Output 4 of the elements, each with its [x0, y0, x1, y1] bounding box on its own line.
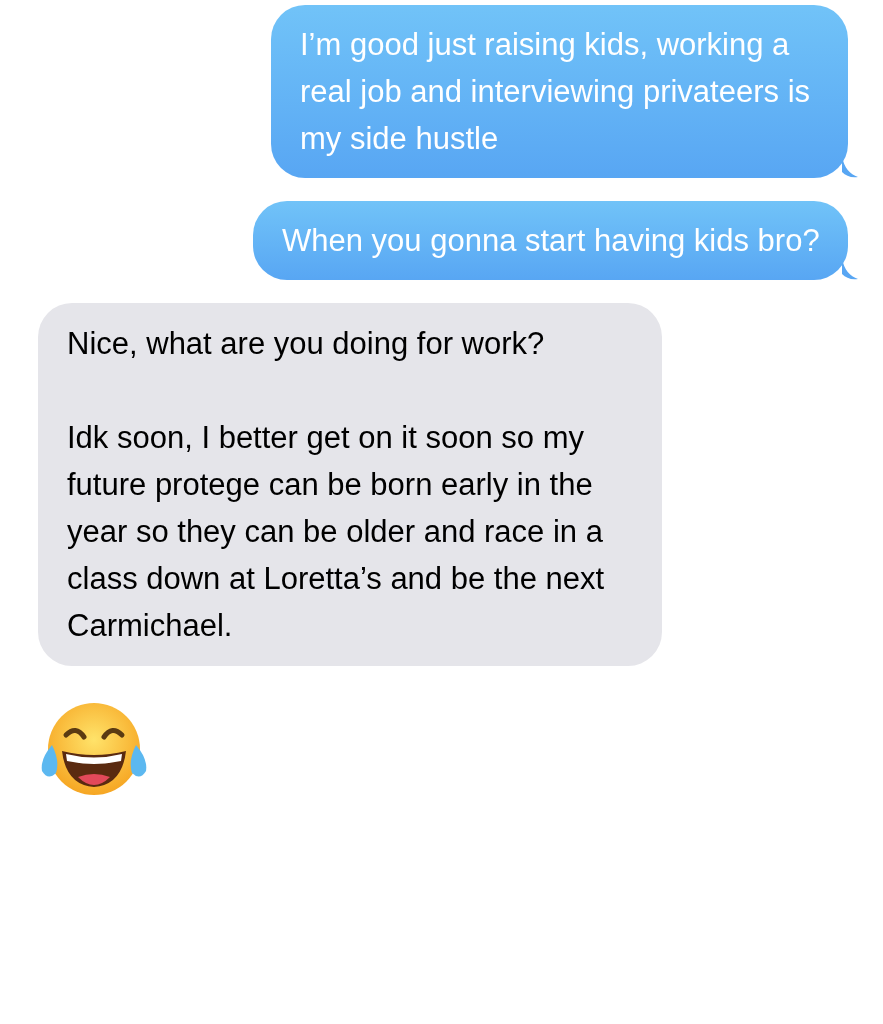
- message-text: Idk soon, I better get on it soon so my future protege can be born early in the year so they can be older and race in a class down at Loretta’s and be the next Carmichael.: [67, 419, 606, 645]
- message-text: Nice, what are you doing for work?: [67, 325, 546, 363]
- message-text: I’m good just raising kids, working a real job and interviewing privateers is my side hustle: [300, 26, 812, 158]
- message-text: When you gonna start having kids bro?: [282, 222, 821, 260]
